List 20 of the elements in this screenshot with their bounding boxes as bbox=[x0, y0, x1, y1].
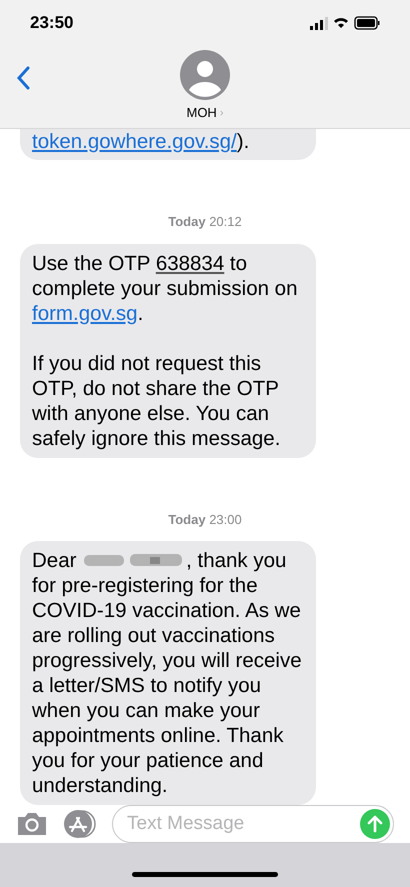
battery-icon bbox=[354, 16, 380, 30]
timestamp: Today 20:12 bbox=[167, 213, 243, 231]
contact-name[interactable]: MOH › bbox=[186, 103, 224, 122]
avatar-icon[interactable] bbox=[180, 50, 230, 100]
camera-icon[interactable] bbox=[16, 812, 48, 836]
link[interactable]: token.gowhere.gov.sg/ bbox=[32, 130, 237, 153]
otp-link[interactable]: 638834 bbox=[156, 252, 224, 274]
message-input[interactable]: Text Message bbox=[112, 805, 394, 843]
signal-icon bbox=[310, 16, 328, 30]
timestamp: Today 23:00 bbox=[167, 510, 243, 529]
message-text: If you did not request this OTP, do not share the OTP with anyone else. You can safely ignore this message. bbox=[32, 350, 282, 450]
message-text: token.gowhere.gov.sg/). bbox=[32, 129, 250, 154]
link[interactable]: form.gov.sg bbox=[32, 302, 138, 324]
status-time: 23:50 bbox=[30, 12, 74, 34]
message-text: Dear , thank you for pre-registering for the COVID-19 vaccination. As we are rolling out vaccinations progressively, you will receive a letter/SMS to notify you when you can make your appointments online. Thank you for your patience and understanding. bbox=[32, 548, 303, 798]
message-text: Use the OTP 638834 to complete your submission on form.gov.sg. bbox=[32, 250, 298, 326]
send-icon[interactable] bbox=[360, 809, 390, 839]
app-store-icon[interactable] bbox=[62, 810, 98, 838]
wifi-icon bbox=[333, 17, 349, 29]
back-icon[interactable] bbox=[16, 66, 30, 90]
